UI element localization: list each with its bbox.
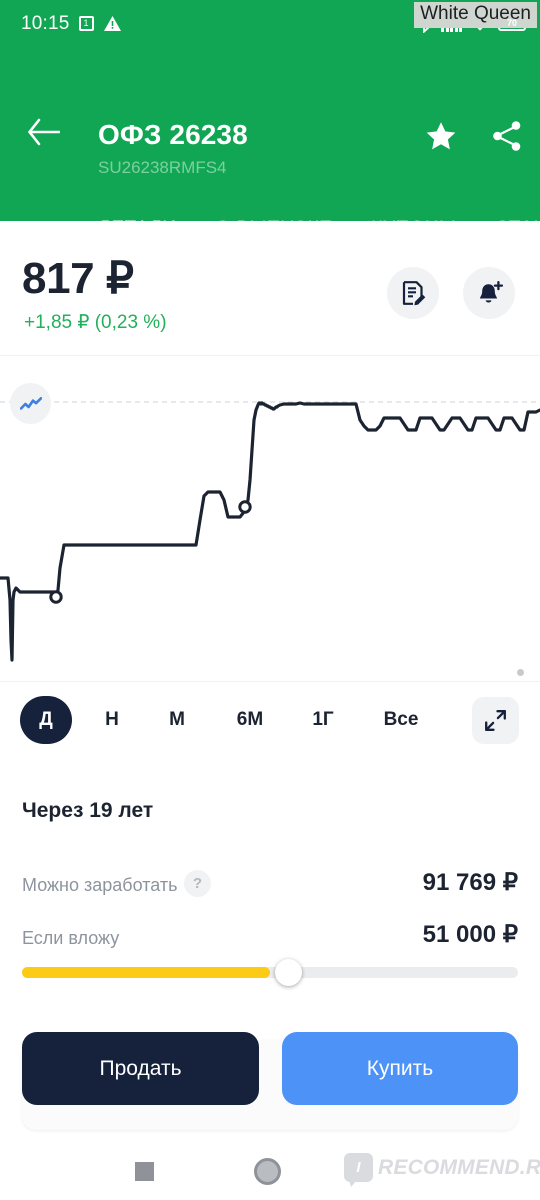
- app-bar: ОФЗ 26238 SU26238RMFS4 ДЕТАЛИ О ВЫПУСКЕ …: [0, 47, 540, 255]
- slider-thumb[interactable]: [275, 959, 302, 986]
- earn-row-label: Можно заработать: [22, 875, 178, 895]
- range-month[interactable]: М: [156, 696, 198, 744]
- range-6month[interactable]: 6М: [222, 696, 278, 744]
- android-nav-bar: I RECOMMEND.RU: [0, 1140, 540, 1200]
- slider-fill: [22, 967, 270, 978]
- price-alert-button[interactable]: [463, 267, 515, 319]
- battery-level: 70: [506, 18, 517, 28]
- circle-home-icon[interactable]: [254, 1158, 281, 1185]
- watermark-badge-letter: I: [356, 1159, 361, 1176]
- range-selector: Д Н М 6М 1Г Все: [0, 682, 540, 762]
- battery-icon: 70: [498, 16, 528, 31]
- invest-amount-slider[interactable]: [22, 959, 518, 986]
- status-bar: 10:15 1 70 White Queen: [0, 0, 540, 47]
- back-arrow-icon[interactable]: [26, 117, 60, 147]
- buy-button[interactable]: Купить: [282, 1032, 518, 1105]
- invest-row-label: Если вложу: [22, 928, 120, 948]
- current-price: 817 ₽: [22, 254, 134, 303]
- page-title: ОФЗ 26238: [98, 119, 248, 150]
- status-clock: 10:15: [21, 12, 70, 34]
- warning-triangle-icon: [103, 16, 121, 31]
- chart-marker: [238, 500, 252, 514]
- chart-line: [0, 401, 540, 662]
- expand-fullscreen-icon: [485, 710, 506, 731]
- square-recents-icon[interactable]: [135, 1162, 154, 1181]
- chart-fullscreen-button[interactable]: [472, 697, 519, 744]
- chart-marker: [49, 590, 63, 604]
- alarm-icon: 1: [78, 16, 94, 31]
- star-icon[interactable]: [424, 119, 458, 153]
- earn-row-value: 91 769 ₽: [422, 869, 518, 896]
- watermark-text: RECOMMEND.RU: [378, 1155, 540, 1179]
- watermark: I RECOMMEND.RU: [344, 1153, 540, 1182]
- yield-calculator: Через 19 лет Можно заработать ? 91 769 ₽…: [0, 762, 540, 1002]
- bell-plus-icon: [479, 280, 503, 303]
- range-all[interactable]: Все: [370, 696, 432, 744]
- range-year[interactable]: 1Г: [300, 696, 346, 744]
- note-edit-button[interactable]: [387, 267, 439, 319]
- watermark-badge: I: [344, 1153, 373, 1182]
- range-day[interactable]: Д: [20, 696, 72, 744]
- note-edit-icon: [402, 281, 426, 306]
- range-week[interactable]: Н: [92, 696, 132, 744]
- chart-type-button[interactable]: [10, 383, 51, 424]
- chart-markers: [49, 500, 252, 604]
- instrument-ticker: SU26238RMFS4: [98, 158, 227, 177]
- line-chart-icon: [19, 396, 42, 410]
- sell-button[interactable]: Продать: [22, 1032, 259, 1105]
- phone-screen: 10:15 1 70 White Queen ОФЗ 26238 SU26238…: [0, 0, 540, 1200]
- status-left-icons: 1: [78, 15, 122, 32]
- quote-section: 817 ₽ +1,85 ₽ (0,23 %): [0, 221, 540, 356]
- alarm-icon-glyph: 1: [83, 18, 89, 28]
- calculator-title: Через 19 лет: [22, 799, 154, 822]
- price-chart[interactable]: [0, 356, 540, 682]
- question-mark-icon[interactable]: ?: [184, 870, 211, 897]
- share-icon[interactable]: [490, 119, 524, 153]
- chart-end-dot: [517, 669, 524, 676]
- chart-canvas[interactable]: [0, 356, 540, 682]
- price-change: +1,85 ₽ (0,23 %): [24, 312, 167, 333]
- invest-row-value: 51 000 ₽: [422, 921, 518, 948]
